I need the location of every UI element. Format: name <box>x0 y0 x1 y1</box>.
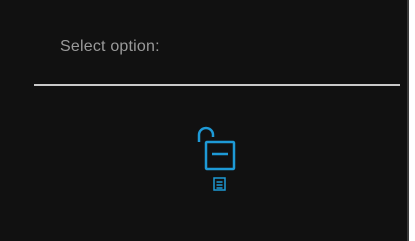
dialog-title: Select option: <box>60 38 160 55</box>
title-divider <box>34 84 400 86</box>
option-unlock[interactable] <box>188 124 244 196</box>
document-icon <box>213 177 226 191</box>
unlock-icon <box>197 126 236 171</box>
select-option-dialog: Select option: <box>0 0 409 241</box>
